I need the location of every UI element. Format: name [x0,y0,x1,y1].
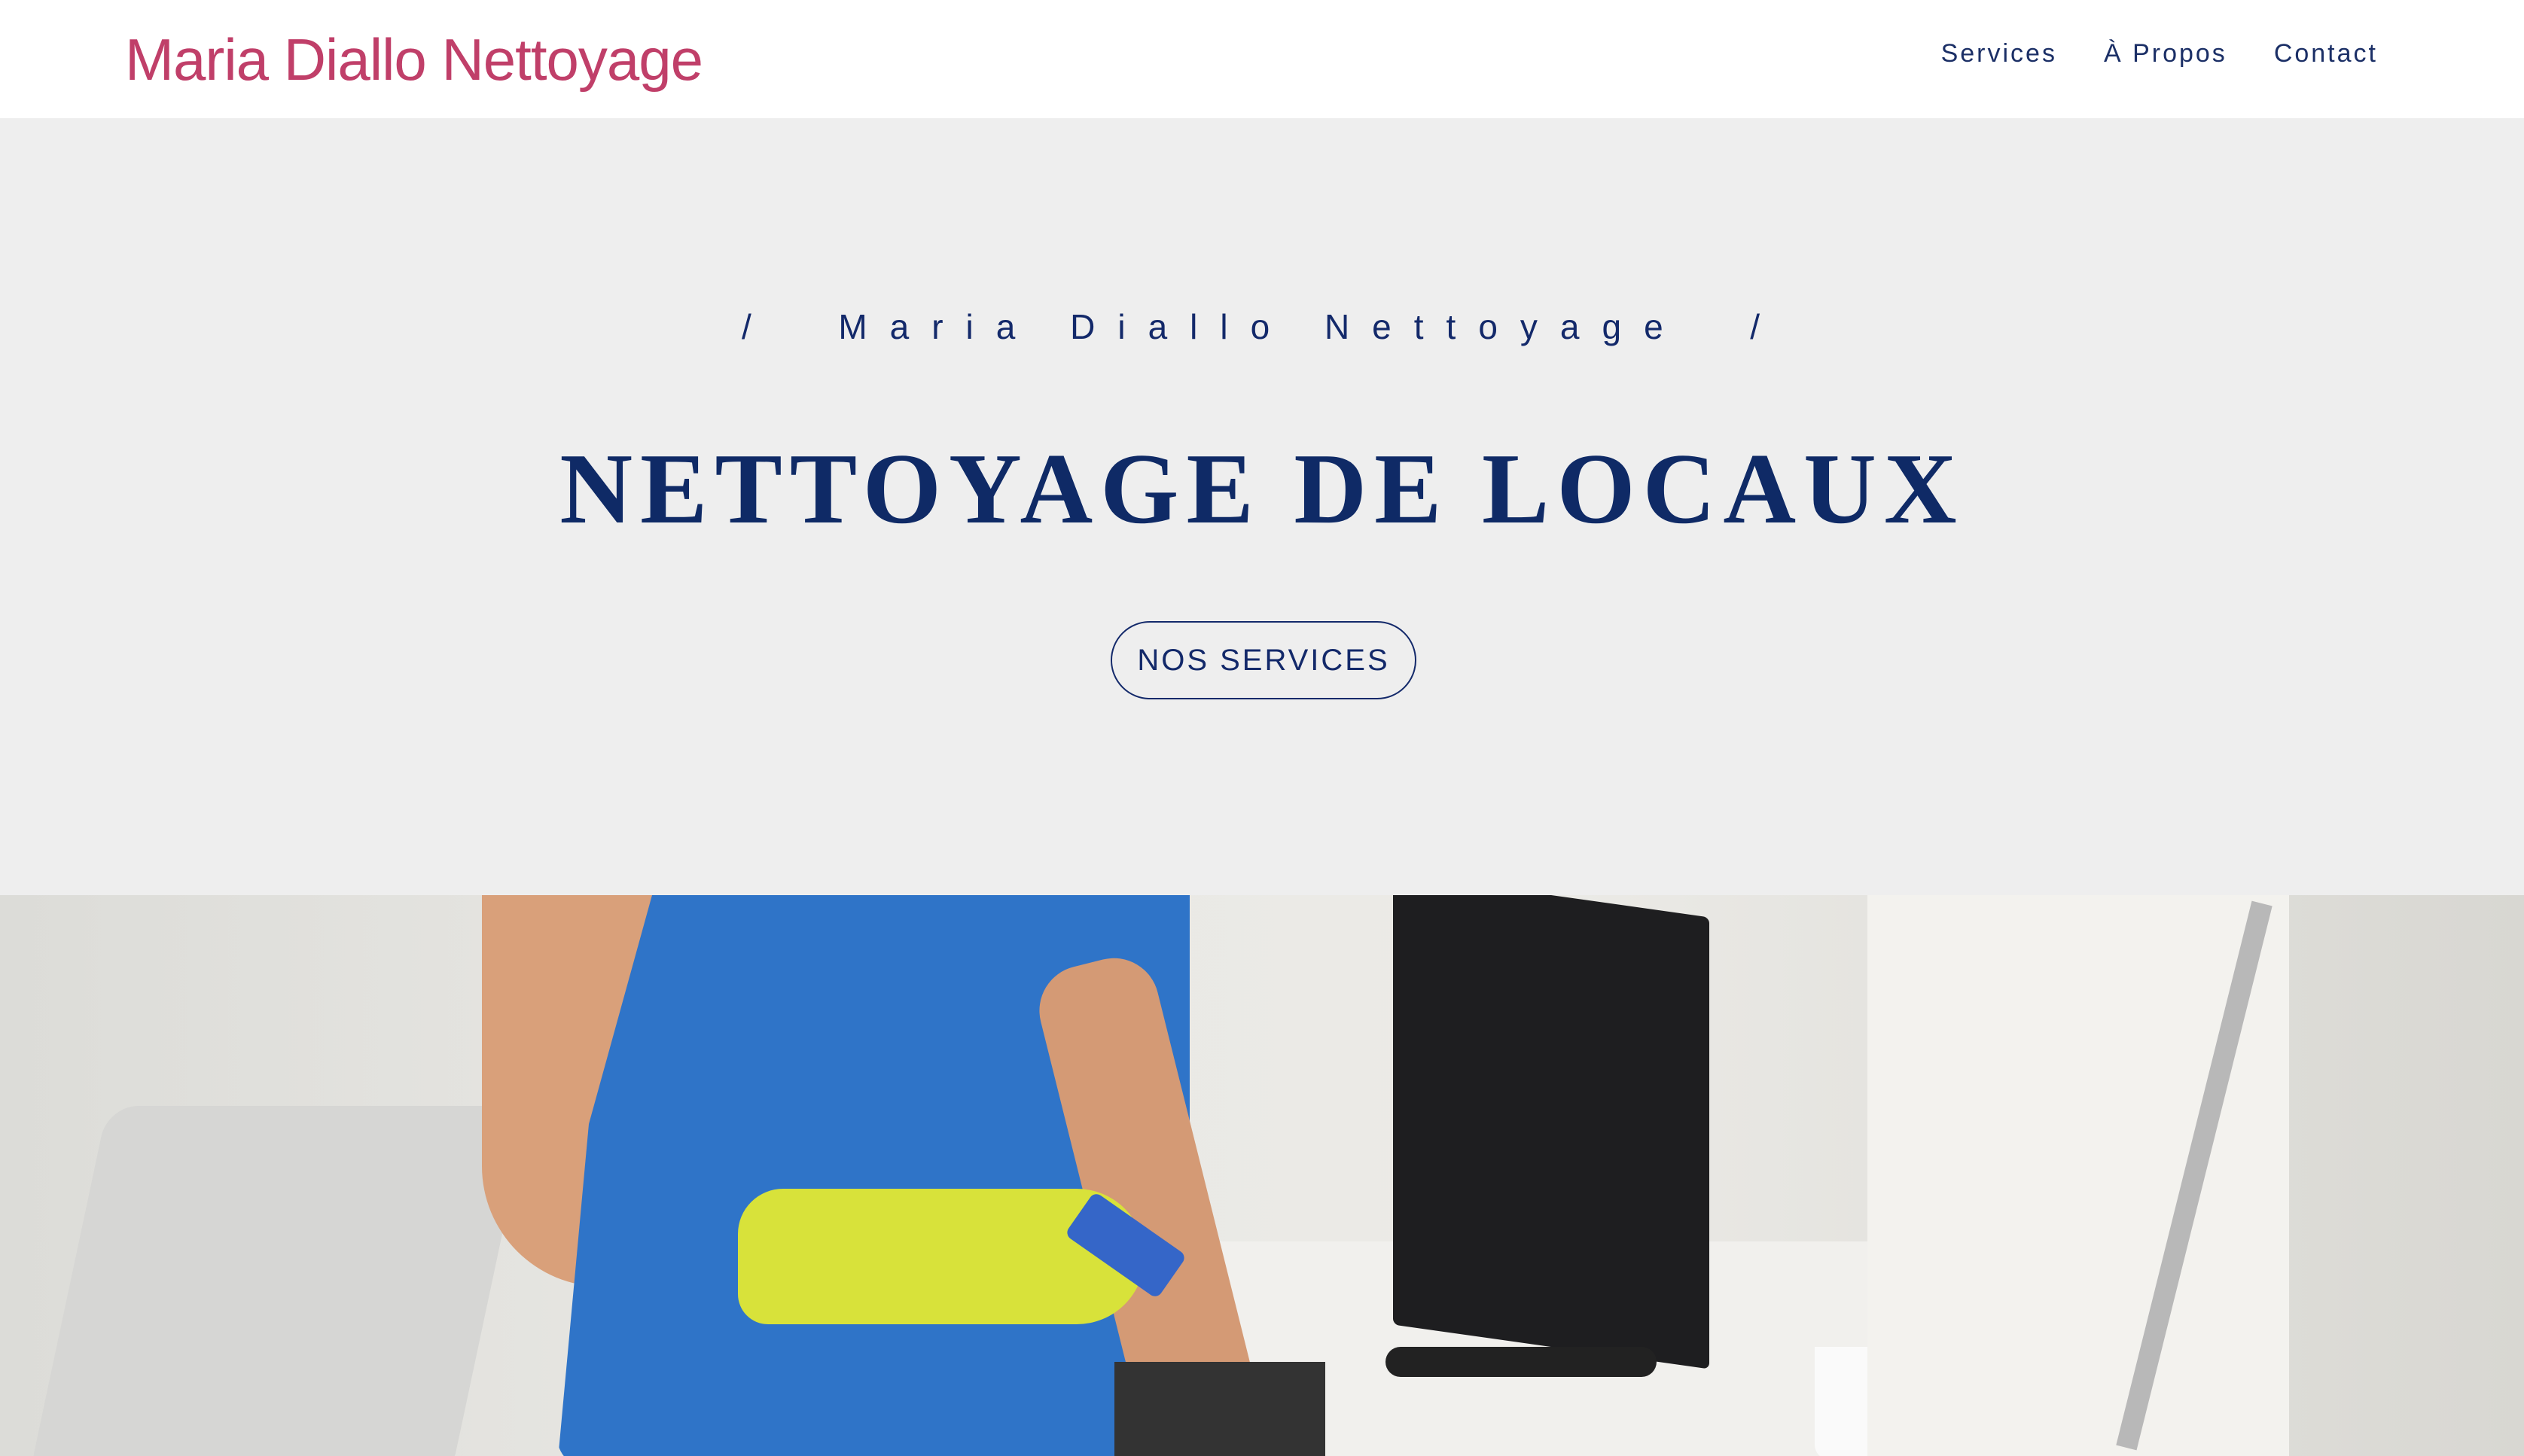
nos-services-button[interactable]: NOS SERVICES [1111,621,1416,699]
monitor [1393,895,1709,1369]
chair [27,1106,530,1456]
site-logo[interactable]: Maria Diallo Nettoyage [125,26,703,94]
keyboard [1114,1362,1325,1456]
hero-photo-cleaning-office [0,895,2524,1456]
hero-section: / Maria Diallo Nettoyage / NETTOYAGE DE … [0,118,2524,895]
shelf [1867,895,2289,1456]
hero-title: NETTOYAGE DE LOCAUX [559,433,1965,544]
nav-a-propos[interactable]: À Propos [2104,39,2227,69]
nav-contact[interactable]: Contact [2274,39,2378,69]
site-header: Maria Diallo Nettoyage Services À Propos… [0,0,2524,118]
hero-kicker: / Maria Diallo Nettoyage / [741,307,1782,346]
nav-services[interactable]: Services [1941,39,2057,69]
main-nav: Services À Propos Contact [1941,39,2378,69]
monitor-stand [1385,1347,1657,1377]
